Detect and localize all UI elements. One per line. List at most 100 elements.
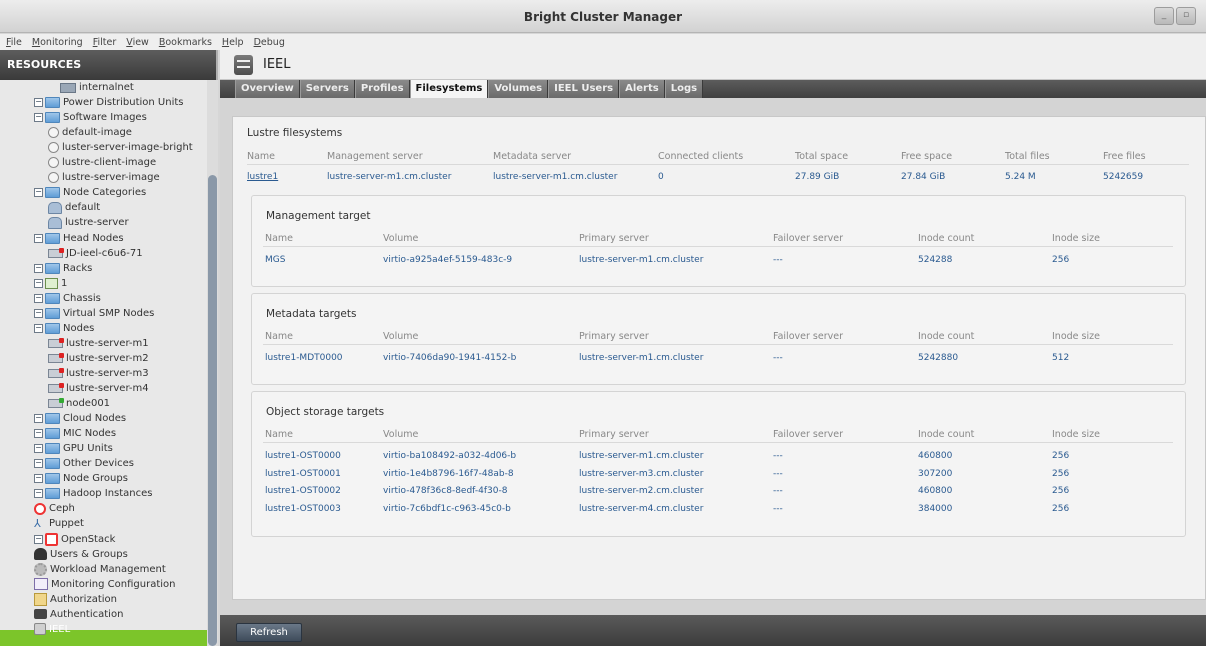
tree-item-power-distribution-units[interactable]: − Power Distribution Units	[34, 95, 184, 110]
tree-item-lustre-server-m2[interactable]: lustre-server-m2	[48, 351, 149, 366]
tree-item-gpu-units[interactable]: − GPU Units	[34, 441, 113, 456]
table-cell: 460800	[918, 451, 953, 461]
tab-ieel-users[interactable]: IEEL Users	[548, 80, 620, 98]
target-box-ost	[251, 391, 1186, 537]
tab-alerts[interactable]: Alerts	[619, 80, 665, 98]
tree-item-lustre-server-m1[interactable]: lustre-server-m1	[48, 336, 149, 351]
collapse-toggle-icon[interactable]: −	[34, 534, 43, 544]
tree-item-lustre-client-image[interactable]: lustre-client-image	[48, 155, 156, 170]
tree-item-node-groups[interactable]: − Node Groups	[34, 471, 128, 486]
tree-item-monitoring-configuration[interactable]: Monitoring Configuration	[34, 577, 175, 592]
maximize-button[interactable]: ▫	[1176, 7, 1196, 25]
tree-item-authentication[interactable]: Authentication	[34, 607, 123, 622]
table-cell: 5242880	[918, 353, 959, 363]
tree-item-users-groups[interactable]: Users & Groups	[34, 547, 128, 562]
tree-item-nodes[interactable]: − Nodes	[34, 321, 94, 336]
tree-item-head-nodes[interactable]: − Head Nodes	[34, 231, 124, 246]
tree-item-racks[interactable]: − Racks	[34, 261, 92, 276]
tree-item-1[interactable]: −1	[34, 276, 67, 291]
tree-item-hadoop-instances[interactable]: − Hadoop Instances	[34, 486, 153, 501]
target-link[interactable]: lustre1-OST0000	[265, 451, 341, 461]
tree-item-label: IEEL	[49, 623, 71, 635]
tab-profiles[interactable]: Profiles	[354, 80, 410, 98]
menu-view[interactable]: View	[126, 37, 149, 48]
tree-scrollbar[interactable]	[207, 80, 218, 646]
menu-debug[interactable]: Debug	[254, 37, 285, 48]
menu-file[interactable]: File	[6, 37, 22, 48]
tree-scrollbar-thumb[interactable]	[208, 175, 217, 646]
collapse-toggle-icon[interactable]: −	[34, 474, 43, 484]
collapse-toggle-icon[interactable]: −	[34, 414, 43, 424]
collapse-toggle-icon[interactable]: −	[34, 233, 43, 243]
table-cell: lustre-server-m3.cm.cluster	[579, 468, 704, 479]
tree-item-lustre-server[interactable]: lustre-server	[48, 215, 129, 230]
tree-item-internalnet[interactable]: internalnet	[60, 80, 134, 95]
tree-item-label: Workload Management	[50, 563, 166, 575]
tab-filesystems[interactable]: Filesystems	[409, 80, 489, 98]
tree-item-ieel[interactable]: IEEL	[34, 622, 70, 637]
tree-item-authorization[interactable]: Authorization	[34, 592, 117, 607]
column-header: Metadata server	[493, 151, 572, 162]
section-title-lustre: Lustre filesystems	[247, 127, 343, 139]
minimize-button[interactable]: _	[1154, 7, 1174, 25]
column-header: Inode size	[1052, 429, 1100, 440]
target-link[interactable]: lustre1-MDT0000	[265, 353, 343, 363]
folder-icon	[45, 428, 60, 440]
target-link[interactable]: lustre1-OST0002	[265, 486, 341, 496]
collapse-toggle-icon[interactable]: −	[34, 489, 43, 499]
collapse-toggle-icon[interactable]: −	[34, 113, 43, 123]
tree-item-node001[interactable]: node001	[48, 396, 110, 411]
target-link[interactable]: lustre1-OST0001	[265, 469, 341, 479]
tab-volumes[interactable]: Volumes	[488, 80, 549, 98]
tree-item-lustre-server-m3[interactable]: lustre-server-m3	[48, 366, 149, 381]
tree-item-default[interactable]: default	[48, 200, 100, 215]
tree-item-cloud-nodes[interactable]: − Cloud Nodes	[34, 411, 126, 426]
menu-help[interactable]: Help	[222, 37, 244, 48]
menu-monitoring[interactable]: Monitoring	[32, 37, 83, 48]
table-cell: 27.84 GiB	[901, 172, 946, 182]
collapse-toggle-icon[interactable]: −	[34, 188, 43, 198]
tree-item-ceph[interactable]: Ceph	[34, 501, 75, 516]
tree-item-other-devices[interactable]: − Other Devices	[34, 456, 134, 471]
collapse-toggle-icon[interactable]: −	[34, 263, 43, 273]
menu-filter[interactable]: Filter	[93, 37, 117, 48]
table-cell: 256	[1052, 503, 1070, 514]
tab-overview[interactable]: Overview	[235, 80, 300, 98]
collapse-toggle-icon[interactable]: −	[34, 98, 43, 108]
tree-item-label: Cloud Nodes	[63, 413, 127, 425]
tree-item-mic-nodes[interactable]: − MIC Nodes	[34, 426, 116, 441]
collapse-toggle-icon[interactable]: −	[34, 459, 43, 469]
table-cell: ---	[773, 451, 783, 461]
target-link[interactable]: MGS	[265, 255, 285, 265]
filesystem-link[interactable]: lustre1	[247, 172, 278, 182]
tree-item-label: Node Groups	[63, 473, 128, 485]
tab-servers[interactable]: Servers	[299, 80, 355, 98]
tree-item-default-image[interactable]: default-image	[48, 125, 132, 140]
tree-item-lustre-server-m4[interactable]: lustre-server-m4	[48, 381, 149, 396]
tree-item-lustre-server-image[interactable]: lustre-server-image	[48, 170, 160, 185]
collapse-toggle-icon[interactable]: −	[34, 429, 43, 439]
refresh-button[interactable]: Refresh	[236, 623, 302, 642]
tree-item-puppet[interactable]: ⅄ Puppet	[34, 516, 84, 531]
footer-bar: Refresh	[220, 615, 1206, 646]
tree-item-node-categories[interactable]: − Node Categories	[34, 185, 146, 200]
target-link[interactable]: lustre1-OST0003	[265, 504, 341, 514]
tree-item-chassis[interactable]: − Chassis	[34, 291, 101, 306]
tree-item-label: Chassis	[63, 292, 101, 304]
menu-bookmarks[interactable]: Bookmarks	[159, 37, 212, 48]
tree-item-label: Power Distribution Units	[63, 97, 184, 109]
tree-item-virtual-smp-nodes[interactable]: − Virtual SMP Nodes	[34, 306, 154, 321]
collapse-toggle-icon[interactable]: −	[34, 444, 43, 454]
tab-logs[interactable]: Logs	[664, 80, 704, 98]
collapse-toggle-icon[interactable]: −	[34, 278, 43, 288]
collapse-toggle-icon[interactable]: −	[34, 293, 43, 303]
tree-item-workload-management[interactable]: Workload Management	[34, 562, 166, 577]
tree-item-openstack[interactable]: − OpenStack	[34, 532, 115, 547]
tree-item-label: lustre-server-m4	[66, 383, 149, 394]
collapse-toggle-icon[interactable]: −	[34, 308, 43, 318]
tree-item-luster-server-image-bright[interactable]: luster-server-image-bright	[48, 140, 193, 155]
tree-item-software-images[interactable]: − Software Images	[34, 110, 147, 125]
collapse-toggle-icon[interactable]: −	[34, 323, 43, 333]
tree-item-jd-ieel-c6u6-71[interactable]: JD-ieel-c6u6-71	[48, 246, 143, 261]
folder-icon	[45, 322, 60, 334]
